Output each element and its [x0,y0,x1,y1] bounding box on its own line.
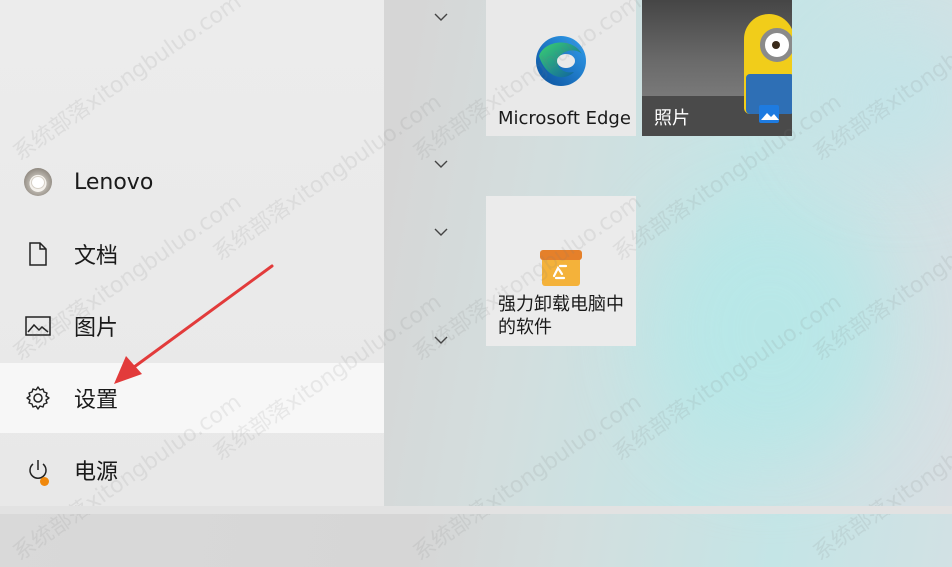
tile-microsoft-edge[interactable]: Microsoft Edge [486,0,636,136]
photos-icon [759,105,779,123]
tile-label-line1: 强力卸载电脑中 [498,294,624,315]
tile-label: 照片 [654,108,690,129]
user-account-item[interactable]: Lenovo [0,147,384,217]
background-glow [650,200,890,460]
chevron-down-icon[interactable] [434,335,448,345]
power-badge [40,477,49,486]
minion-eye [772,41,780,49]
annotation-arrow [114,264,274,384]
picture-icon [24,312,52,340]
start-menu-left-panel: Lenovo 文档 图片 设置 电源 [0,0,384,514]
user-name: Lenovo [74,169,154,195]
background-glow [820,30,952,170]
taskbar-edge [0,506,952,514]
watermark: 系统部落xitongbuluo.com [408,389,647,567]
tile-uninstaller[interactable]: 强力卸载电脑中 的软件 [486,196,636,346]
menu-item-power[interactable]: 电源 [0,435,384,505]
document-icon [24,240,52,268]
tile-label-line2: 的软件 [498,317,552,338]
menu-item-label: 电源 [74,460,119,485]
chevron-down-icon[interactable] [434,12,448,22]
edge-icon [536,36,586,86]
gear-icon [24,384,52,412]
user-avatar [24,168,52,196]
tile-photos[interactable]: 照片 [642,0,792,136]
chevron-down-icon[interactable] [434,159,448,169]
tile-label: Microsoft Edge [498,108,631,129]
chevron-down-icon[interactable] [434,227,448,237]
recycle-box-icon [540,250,582,286]
